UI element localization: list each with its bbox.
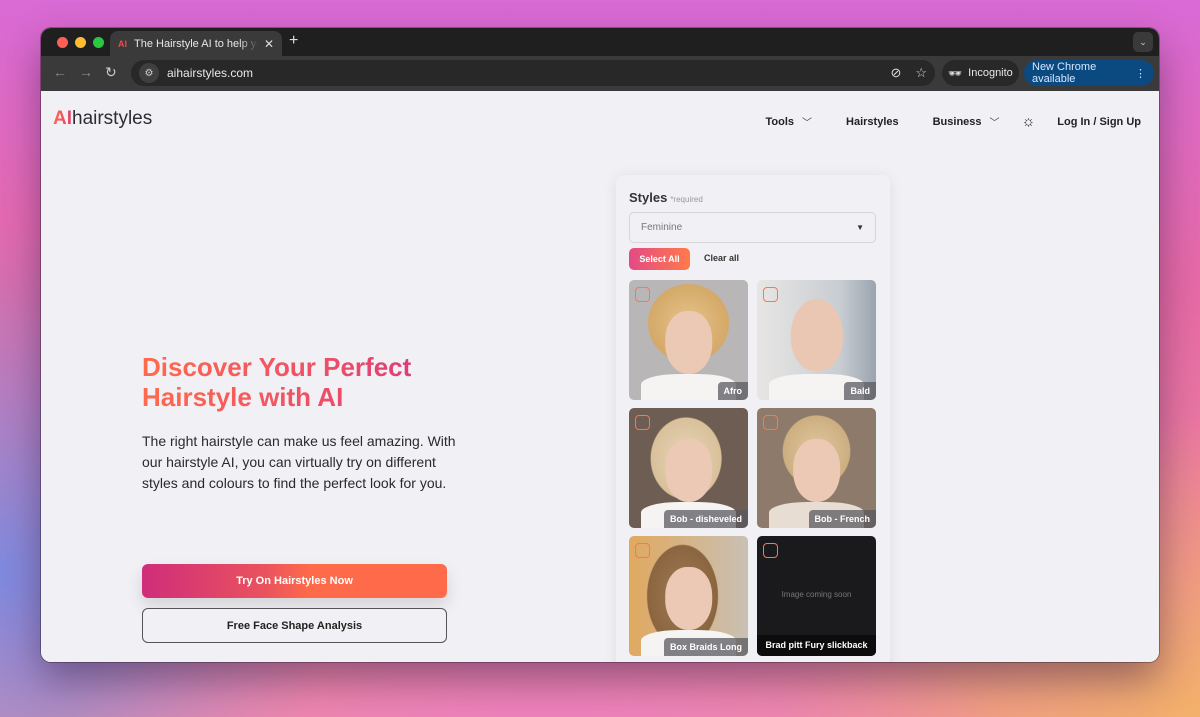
new-chrome-available-button[interactable]: New Chrome available ⋮ (1024, 60, 1154, 86)
portrait-image (664, 567, 713, 630)
nav-hairstyles[interactable]: Hairstyles (846, 116, 899, 128)
portrait-image (664, 439, 713, 502)
tab-title: The Hairstyle AI to help you find (134, 37, 258, 50)
chevron-down-icon: ﹀ (989, 118, 1000, 129)
style-card[interactable]: Bob - disheveled (629, 408, 748, 528)
hero-title: Discover Your Perfect Hairstyle with AI (142, 352, 462, 412)
chevron-down-icon: ﹀ (802, 118, 813, 129)
style-card[interactable]: Bald (757, 280, 876, 400)
style-label: Brad pitt Fury slickback (757, 635, 876, 656)
tab-search-chevron-icon[interactable]: ⌄ (1133, 32, 1153, 52)
caret-down-icon: ▼ (856, 223, 864, 232)
nav-tools[interactable]: Tools ﹀ (765, 114, 813, 130)
forward-arrow-icon[interactable]: → (79, 64, 93, 80)
style-label: Bob - disheveled (663, 510, 748, 528)
incognito-icon: 🕶 (948, 67, 963, 80)
incognito-label: Incognito (968, 67, 1013, 79)
star-bookmark-icon[interactable]: ☆ (915, 65, 927, 81)
nav-business-label: Business (932, 115, 982, 128)
eye-off-icon[interactable]: ⊘ (890, 65, 901, 81)
window-controls (57, 37, 104, 48)
reload-icon[interactable]: ↻ (105, 64, 117, 81)
style-label: Bald (844, 382, 876, 400)
main-nav: Tools ﹀ Hairstyles Business ﹀ ☼ Log In /… (732, 113, 1142, 130)
page-content: AIhairstyles Tools ﹀ Hairstyles Business… (41, 91, 1159, 662)
tab-bar: AI The Hairstyle AI to help you find ✕ +… (41, 28, 1159, 56)
style-checkbox[interactable] (635, 543, 650, 558)
update-label: New Chrome available (1032, 61, 1097, 85)
nav-tools-label: Tools (765, 115, 795, 128)
select-value: Feminine (641, 222, 683, 233)
logo-text: hairstyles (72, 108, 153, 129)
style-checkbox[interactable] (763, 287, 778, 302)
portrait-image (664, 311, 713, 374)
new-tab-icon[interactable]: + (289, 32, 298, 50)
style-card[interactable]: Image coming soon Brad pitt Fury slickba… (757, 536, 876, 656)
site-logo[interactable]: AIhairstyles (53, 108, 152, 130)
browser-toolbar: ← → ↻ ⚙ aihairstyles.com ⊘ ☆ 🕶 Incognito… (41, 56, 1159, 91)
favicon-icon: AI (118, 38, 127, 49)
browser-tab[interactable]: AI The Hairstyle AI to help you find ✕ (110, 31, 282, 56)
portrait-image (792, 439, 841, 502)
address-bar[interactable]: ⚙ aihairstyles.com ⊘ ☆ (131, 60, 935, 86)
close-tab-icon[interactable]: ✕ (264, 37, 274, 51)
style-checkbox[interactable] (635, 415, 650, 430)
hero-description: The right hairstyle can make us feel ama… (142, 433, 456, 491)
nav-business[interactable]: Business ﹀ (932, 114, 1000, 130)
style-label: Box Braids Long (663, 638, 748, 656)
style-checkbox[interactable] (763, 543, 778, 558)
portrait-image (790, 299, 843, 372)
back-arrow-icon[interactable]: ← (53, 64, 67, 80)
incognito-badge[interactable]: 🕶 Incognito (942, 60, 1019, 86)
clear-all-button[interactable]: Clear all (704, 253, 739, 263)
style-label: Afro (717, 382, 748, 400)
style-card[interactable]: Bob - French (757, 408, 876, 528)
url-text[interactable]: aihairstyles.com (167, 66, 253, 80)
try-on-hairstyles-button[interactable]: Try On Hairstyles Now (142, 564, 447, 598)
styles-heading: Styles *required (629, 190, 703, 205)
kebab-menu-icon[interactable]: ⋮ (1135, 67, 1146, 80)
styles-panel: Styles *required Feminine ▼ Select All Cl… (616, 175, 890, 662)
required-note: *required (670, 195, 703, 204)
style-checkbox[interactable] (763, 415, 778, 430)
maximize-window-button[interactable] (93, 37, 104, 48)
style-grid: Afro Bald Bob - disheveled Bob - French (629, 280, 876, 656)
style-label: Bob - French (808, 510, 876, 528)
login-signup-link[interactable]: Log In / Sign Up (1057, 116, 1141, 128)
style-category-select[interactable]: Feminine ▼ (629, 212, 876, 243)
image-coming-soon-text: Image coming soon (781, 590, 852, 599)
face-shape-analysis-button[interactable]: Free Face Shape Analysis (142, 608, 447, 643)
style-card[interactable]: Box Braids Long (629, 536, 748, 656)
logo-ai: AI (53, 108, 72, 129)
style-card[interactable]: Afro (629, 280, 748, 400)
site-settings-icon[interactable]: ⚙ (139, 63, 159, 83)
nav-hairstyles-label: Hairstyles (846, 115, 899, 128)
minimize-window-button[interactable] (75, 37, 86, 48)
style-checkbox[interactable] (635, 287, 650, 302)
theme-toggle-sun-icon[interactable]: ☼ (1022, 113, 1036, 130)
close-window-button[interactable] (57, 37, 68, 48)
select-all-button[interactable]: Select All (629, 248, 690, 270)
browser-window: AI The Hairstyle AI to help you find ✕ +… (41, 28, 1159, 662)
styles-title: Styles (629, 190, 668, 205)
